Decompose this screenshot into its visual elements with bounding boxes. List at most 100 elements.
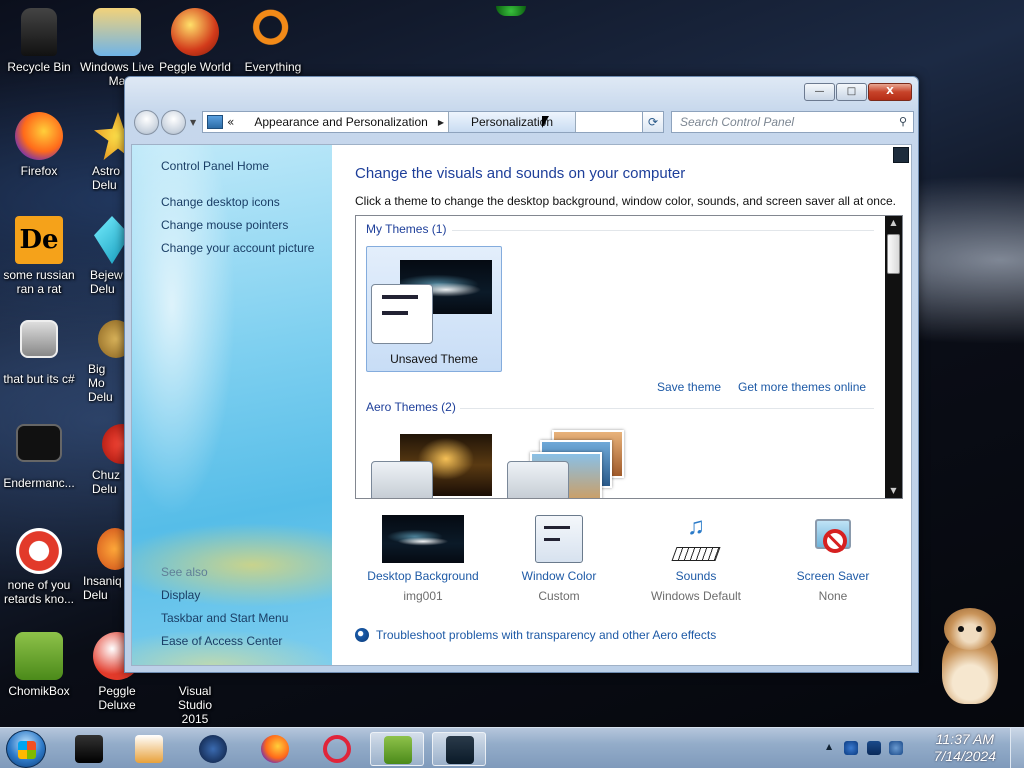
- aero-themes-heading: Aero Themes (2): [366, 400, 456, 414]
- tray-shield-icon[interactable]: [844, 741, 858, 755]
- peggle-icon: [171, 8, 219, 56]
- back-button[interactable]: [134, 110, 159, 135]
- desktop-icon-chomikbox[interactable]: ChomikBox: [0, 632, 78, 698]
- theme-settings-row: Desktop Background img001 Window Color C…: [353, 515, 911, 615]
- sounds-item[interactable]: ♫ Sounds Windows Default: [626, 515, 766, 604]
- scroll-up-arrow-icon[interactable]: ▲: [885, 216, 902, 230]
- recent-pages-dropdown[interactable]: ▼: [190, 118, 196, 127]
- volume-icon[interactable]: [889, 741, 903, 755]
- taskbar-chomikbox[interactable]: [370, 732, 424, 766]
- desktop-icon-label: Visual Studio 2015: [177, 684, 213, 726]
- desktop-icon-label: Astro Delu: [92, 164, 121, 192]
- help-icon[interactable]: [893, 147, 909, 163]
- taskbar-firefox[interactable]: [248, 732, 302, 766]
- firefox-icon: [261, 735, 289, 763]
- screen-saver-link[interactable]: Screen Saver: [763, 569, 903, 583]
- desktop-icon-bejeweled[interactable]: Bejew Delu: [78, 216, 126, 296]
- show-desktop-button[interactable]: [1010, 728, 1024, 768]
- left-task-pane: Control Panel Home Change desktop icons …: [132, 145, 332, 665]
- change-account-picture-link[interactable]: Change your account picture: [161, 241, 314, 255]
- money-bag-icon: [98, 320, 126, 358]
- hamster-desktop-pet[interactable]: [932, 604, 1008, 708]
- search-icon[interactable]: ⚲: [899, 115, 907, 129]
- desktop-icon-label: Peggle World: [159, 60, 231, 74]
- scroll-down-arrow-icon[interactable]: ▼: [885, 484, 902, 498]
- forward-button[interactable]: [161, 110, 186, 135]
- breadcrumb-arrow-icon[interactable]: ▶: [438, 118, 444, 127]
- desktop-icon-astro[interactable]: Astro Delu: [78, 112, 126, 192]
- sounds-link[interactable]: Sounds: [626, 569, 766, 583]
- desktop-icon-label: some russian ran a rat: [3, 268, 75, 296]
- hamster-head: [944, 608, 996, 650]
- themes-scrollbar[interactable]: ▲ ▼: [885, 216, 902, 498]
- search-input[interactable]: Search Control Panel: [680, 115, 794, 129]
- troubleshoot-row[interactable]: Troubleshoot problems with transparency …: [355, 628, 716, 642]
- media-player-icon: [135, 735, 163, 763]
- minimize-button[interactable]: —: [804, 83, 835, 101]
- terminal-icon: [16, 424, 62, 462]
- screen-saver-item[interactable]: Screen Saver None: [763, 515, 903, 603]
- chomikbox-icon: [384, 736, 412, 764]
- taskbar-media-player[interactable]: [122, 732, 176, 766]
- opera-icon: [323, 735, 351, 763]
- get-more-themes-link[interactable]: Get more themes online: [738, 380, 866, 394]
- window-color-link[interactable]: Window Color: [489, 569, 629, 583]
- desktop-icon-everything[interactable]: Everything: [234, 8, 312, 74]
- desktop-icon-recycle-bin[interactable]: Recycle Bin: [0, 8, 78, 74]
- desktop-icon-visual-studio[interactable]: Visual Studio 2015: [156, 684, 234, 726]
- address-bar[interactable]: « Appearance and Personalization ▶ Perso…: [202, 111, 664, 133]
- desktop-icon-endermanch[interactable]: Endermanc...: [0, 424, 78, 490]
- troubleshoot-icon: [355, 628, 369, 642]
- taskbar-control-panel[interactable]: [432, 732, 486, 766]
- close-button[interactable]: X: [868, 83, 912, 101]
- desktop-icon-that-but-csharp[interactable]: that but its c#: [0, 320, 78, 386]
- desktop-icon-insaniquarium[interactable]: Insaniq Delu: [78, 528, 126, 602]
- desktop-icon-peggle-world[interactable]: Peggle World: [156, 8, 234, 74]
- desktop-icon-big-money[interactable]: Big Mo Delu: [78, 320, 126, 404]
- taskbar-app-sphere[interactable]: [186, 732, 240, 766]
- change-desktop-icons-link[interactable]: Change desktop icons: [161, 195, 280, 209]
- network-icon[interactable]: [867, 741, 881, 755]
- desktop-background-link[interactable]: Desktop Background: [353, 569, 493, 583]
- window-color-item[interactable]: Window Color Custom: [489, 515, 629, 603]
- clock[interactable]: 11:37 AM 7/14/2024: [934, 731, 996, 765]
- piano-keys: [671, 547, 721, 561]
- desktop-icon-russian-rat[interactable]: De some russian ran a rat: [0, 216, 78, 296]
- address-overflow-chevron[interactable]: «: [227, 115, 234, 129]
- start-button[interactable]: [6, 730, 46, 768]
- taskbar-opera[interactable]: [310, 732, 364, 766]
- themes-list[interactable]: My Themes (1) Unsaved Theme Save theme G…: [355, 215, 903, 499]
- control-panel-home-link[interactable]: Control Panel Home: [161, 159, 269, 173]
- desktop-icon-firefox[interactable]: Firefox: [0, 112, 78, 178]
- save-theme-link[interactable]: Save theme: [657, 380, 721, 394]
- theme-color-thumbnail: [371, 461, 433, 498]
- theme-color-thumbnail: [507, 461, 569, 498]
- ease-of-access-link[interactable]: Ease of Access Center: [161, 634, 282, 648]
- see-also-heading: See also: [161, 565, 208, 579]
- show-hidden-icons-button[interactable]: ▲: [826, 742, 832, 751]
- de-icon: De: [15, 216, 63, 264]
- screen-saver-icon: [809, 515, 857, 563]
- top-notch: [496, 6, 526, 16]
- desktop-icon-label: Recycle Bin: [7, 60, 71, 74]
- breadcrumb-personalization[interactable]: Personalization: [447, 112, 577, 132]
- aero-theme-tile[interactable]: [506, 430, 642, 498]
- window-color-icon: [535, 515, 583, 563]
- search-box[interactable]: Search Control Panel ⚲: [671, 111, 914, 133]
- gem-icon: [94, 216, 126, 264]
- aero-theme-tile[interactable]: [370, 434, 506, 498]
- troubleshoot-link[interactable]: Troubleshoot problems with transparency …: [376, 628, 716, 642]
- refresh-button[interactable]: ⟳: [642, 111, 664, 133]
- display-link[interactable]: Display: [161, 588, 200, 602]
- maximize-button[interactable]: □: [836, 83, 867, 101]
- desktop-background-item[interactable]: Desktop Background img001: [353, 515, 493, 603]
- change-mouse-pointers-link[interactable]: Change mouse pointers: [161, 218, 288, 232]
- taskbar-start-menu-link[interactable]: Taskbar and Start Menu: [161, 611, 288, 625]
- desktop-icon-rat[interactable]: none of you retards kno...: [0, 528, 78, 606]
- desktop-icon-chuzzle[interactable]: Chuz Delu: [78, 424, 126, 496]
- breadcrumb-appearance[interactable]: Appearance and Personalization: [244, 112, 437, 132]
- theme-tile-unsaved[interactable]: Unsaved Theme: [366, 246, 502, 372]
- taskbar: ▲ 11:37 AM 7/14/2024: [0, 727, 1024, 768]
- taskbar-explorer[interactable]: [62, 732, 116, 766]
- scroll-thumb[interactable]: [887, 234, 900, 274]
